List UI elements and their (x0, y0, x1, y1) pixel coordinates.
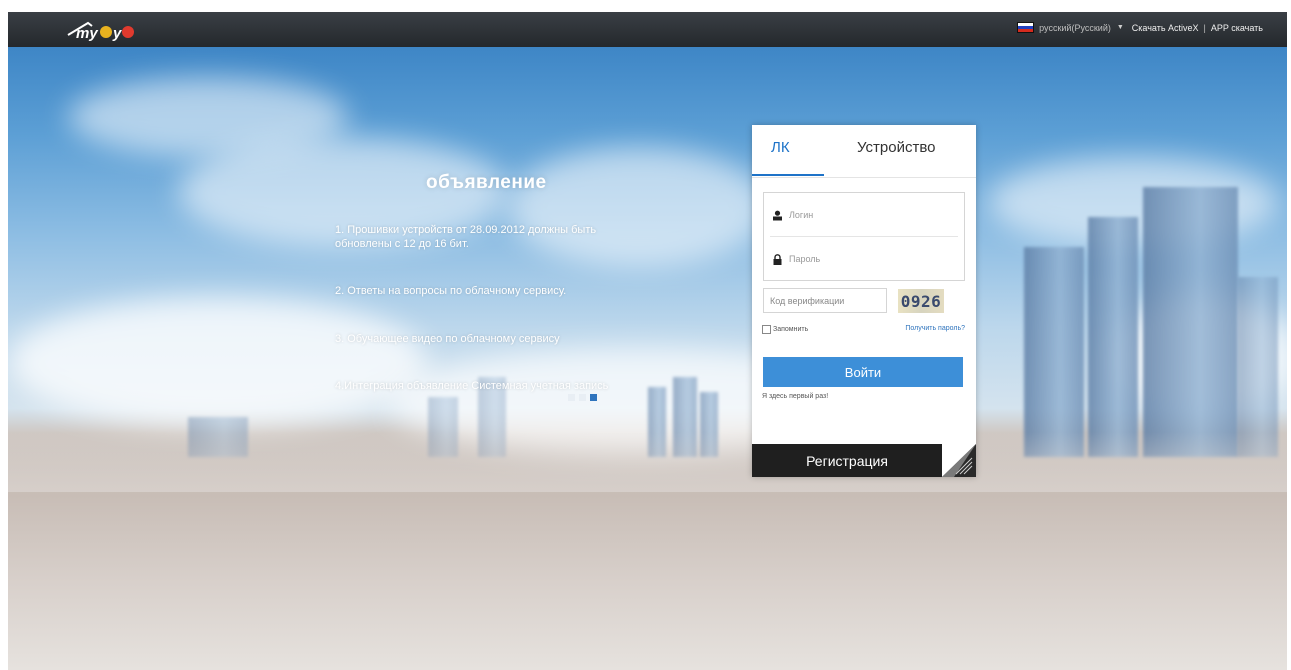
active-tab-indicator (752, 174, 824, 176)
cloud-decoration (8, 297, 428, 427)
top-bar: my y русский(Русский) ▼ Скачать ActiveX … (8, 12, 1287, 47)
login-panel: ЛК Устройство Логин Пароль Код верификац… (752, 125, 976, 477)
page-curl-icon (942, 444, 976, 477)
announcement-item[interactable]: 1. Прошивки устройств от 28.09.2012 долж… (335, 223, 625, 251)
announcement-item[interactable]: 3. Обучающее видео по облачному сервису (335, 332, 625, 346)
username-field[interactable]: Логин (772, 201, 955, 229)
building-decoration (1088, 217, 1138, 457)
app-download-link[interactable]: APP скачать (1211, 23, 1263, 33)
language-select[interactable]: русский(Русский) (1039, 23, 1111, 33)
app-logo[interactable]: my y (62, 17, 142, 43)
browser-viewport: my y русский(Русский) ▼ Скачать ActiveX … (8, 12, 1287, 670)
building-decoration (1238, 277, 1278, 457)
slider-dot[interactable] (568, 394, 575, 401)
credentials-box: Логин Пароль (763, 192, 965, 281)
remember-checkbox[interactable] (762, 325, 771, 334)
russian-flag-icon (1017, 22, 1035, 33)
building-decoration (1024, 247, 1084, 457)
building-decoration (1143, 187, 1238, 457)
tab-device[interactable]: Устройство (857, 139, 935, 156)
remember-me[interactable]: Запомнить (762, 325, 808, 334)
header-separator: | (1203, 22, 1206, 33)
svg-text:y: y (112, 25, 122, 42)
login-button[interactable]: Войти (763, 357, 963, 387)
captcha-image[interactable]: 0926 (898, 289, 944, 313)
login-tabs: ЛК Устройство (752, 125, 976, 178)
ground-haze (8, 432, 1287, 492)
remember-label: Запомнить (773, 326, 809, 333)
chevron-down-icon[interactable]: ▼ (1117, 24, 1124, 31)
download-activex-link[interactable]: Скачать ActiveX (1132, 23, 1199, 33)
announcement-item[interactable]: 2. Ответы на вопросы по облачному сервис… (335, 284, 625, 298)
svg-text:my: my (76, 25, 98, 42)
tab-personal-account[interactable]: ЛК (771, 139, 790, 156)
forgot-password-link[interactable]: Получить пароль? (905, 325, 965, 332)
field-divider (770, 236, 958, 237)
slider-dot-active[interactable] (590, 394, 597, 401)
captcha-input[interactable]: Код верификации (763, 288, 887, 313)
register-button[interactable]: Регистрация (752, 444, 942, 477)
password-placeholder: Пароль (789, 254, 821, 264)
first-time-label: Я здесь первый раз! (762, 393, 829, 400)
slider-dots (568, 394, 597, 401)
user-icon (773, 210, 782, 220)
header-links: русский(Русский) ▼ Скачать ActiveX | APP… (1017, 22, 1263, 33)
announcement-title: объявление (426, 172, 547, 193)
announcement-item[interactable]: 4.Интеграция объявление Системная учетна… (335, 379, 625, 393)
lock-icon (773, 253, 782, 265)
username-placeholder: Логин (789, 210, 814, 220)
password-field[interactable]: Пароль (772, 245, 955, 273)
slider-dot[interactable] (579, 394, 586, 401)
background-scene (8, 47, 1287, 670)
